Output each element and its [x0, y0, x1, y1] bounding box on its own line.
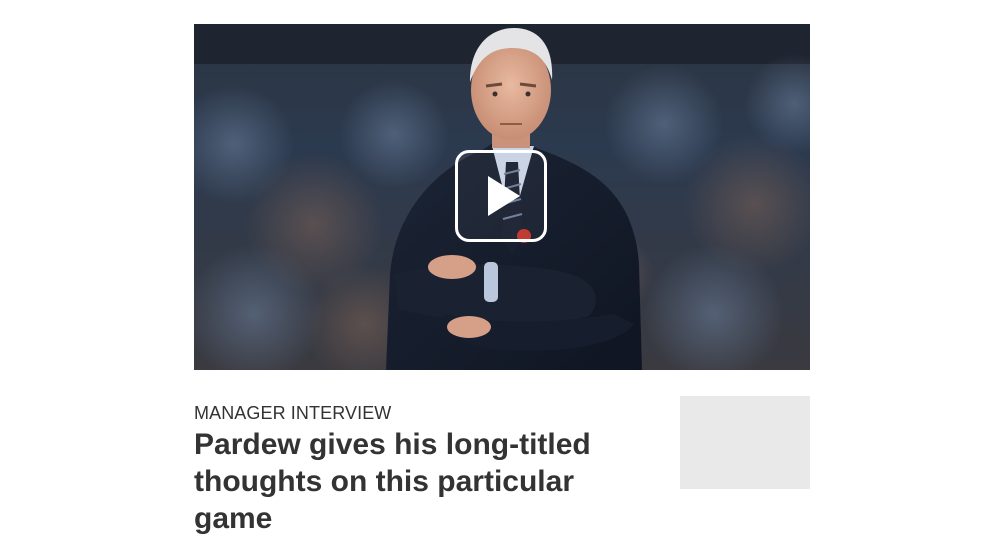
thumbnail-placeholder[interactable] — [680, 396, 810, 489]
article-headline[interactable]: Pardew gives his long-titled thoughts on… — [194, 426, 654, 537]
play-icon — [488, 176, 520, 216]
play-button[interactable] — [455, 150, 547, 242]
article-category[interactable]: MANAGER INTERVIEW — [194, 402, 391, 424]
video-player[interactable] — [194, 24, 810, 370]
article-card: MANAGER INTERVIEW Pardew gives his long-… — [0, 0, 1004, 552]
